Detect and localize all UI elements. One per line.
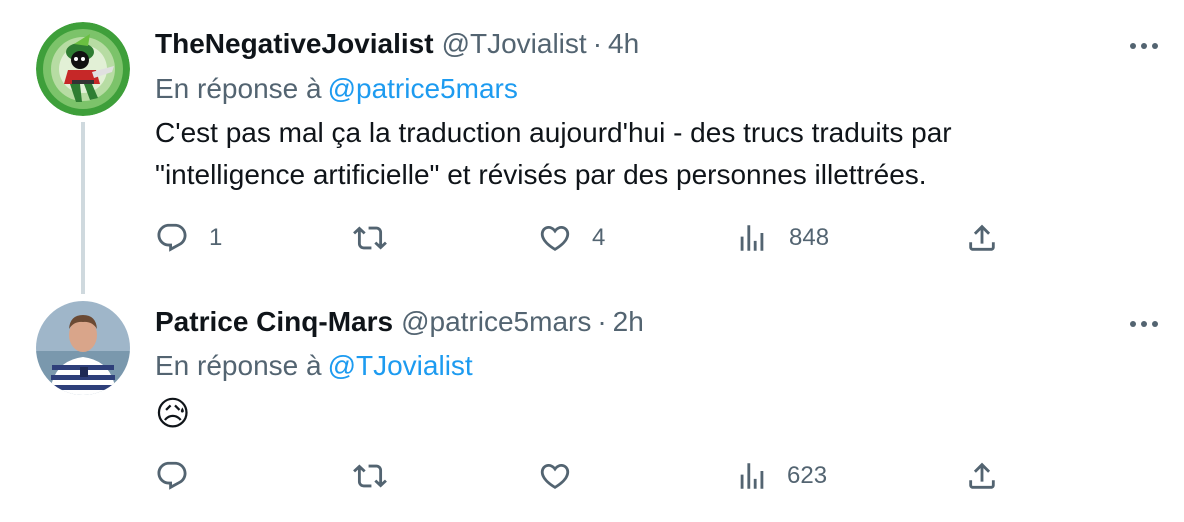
avatar-image <box>36 301 130 395</box>
reply-context: En réponse à @TJovialist <box>155 349 473 383</box>
tweet-header: Patrice Cinq-Mars @patrice5mars · 2h <box>155 305 644 339</box>
analytics-icon <box>740 225 764 251</box>
display-name[interactable]: TheNegativeJovialist <box>155 27 434 61</box>
view-count: 848 <box>789 224 830 251</box>
avatar-image <box>36 22 130 116</box>
reply-button[interactable]: 1 <box>155 218 222 258</box>
avatar[interactable] <box>36 301 130 395</box>
user-handle[interactable]: @TJovialist <box>442 27 587 61</box>
tweet-actions: 1 4 848 <box>155 218 1005 258</box>
retweet-button[interactable] <box>353 218 407 258</box>
share-icon <box>969 224 995 251</box>
reply-button[interactable] <box>155 456 209 496</box>
separator-dot: · <box>592 28 603 59</box>
tweet-text: C'est pas mal ça la traduction aujourd'h… <box>155 112 1115 196</box>
reply-prefix: En réponse à <box>155 73 322 104</box>
tweet[interactable]: Patrice Cinq-Mars @patrice5mars · 2h En … <box>0 280 1184 522</box>
reply-prefix: En réponse à <box>155 350 322 381</box>
heart-icon <box>540 463 570 489</box>
analytics-icon <box>740 463 764 489</box>
reply-count: 1 <box>209 224 223 251</box>
tweet[interactable]: TheNegativeJovialist @TJovialist · 4h En… <box>0 0 1184 294</box>
views-button[interactable]: 848 <box>735 218 829 258</box>
timestamp[interactable]: 2h <box>613 305 644 339</box>
tweet-text-line: "intelligence artificielle" et révisés p… <box>155 159 927 190</box>
reply-icon <box>157 461 187 490</box>
separator-dot: · <box>597 306 607 337</box>
more-icon-dot <box>1152 43 1158 49</box>
retweet-icon <box>353 464 387 488</box>
more-icon-dot <box>1130 321 1136 327</box>
like-button[interactable]: 4 <box>538 218 605 258</box>
share-button[interactable] <box>965 218 999 258</box>
reply-context: En réponse à @patrice5mars <box>155 72 518 106</box>
tweet-text-line: C'est pas mal ça la traduction aujourd'h… <box>155 117 952 148</box>
reply-mention-link[interactable]: @patrice5mars <box>328 73 518 104</box>
timestamp[interactable]: 4h <box>608 27 639 61</box>
more-options-button[interactable] <box>1130 314 1158 334</box>
display-name[interactable]: Patrice Cinq-Mars <box>155 305 393 339</box>
tweet-text: 😥 <box>155 394 1115 437</box>
more-icon-dot <box>1141 43 1147 49</box>
sad-relieved-face-emoji: 😥 <box>155 394 191 434</box>
share-icon <box>969 462 995 489</box>
more-icon-dot <box>1130 43 1136 49</box>
more-options-button[interactable] <box>1130 36 1158 56</box>
avatar[interactable] <box>36 22 130 116</box>
tweet-actions: 623 <box>155 456 1005 496</box>
reply-icon <box>157 223 187 252</box>
more-icon-dot <box>1141 321 1147 327</box>
retweet-button[interactable] <box>353 456 407 496</box>
views-button[interactable]: 623 <box>735 456 827 496</box>
reply-mention-link[interactable]: @TJovialist <box>328 350 473 381</box>
tweet-header: TheNegativeJovialist @TJovialist · 4h <box>155 27 639 61</box>
view-count: 623 <box>787 462 828 489</box>
share-button[interactable] <box>965 456 999 496</box>
like-count: 4 <box>592 224 606 251</box>
heart-icon <box>540 225 570 251</box>
like-button[interactable] <box>538 456 592 496</box>
retweet-icon <box>353 226 387 250</box>
user-handle[interactable]: @patrice5mars <box>401 305 591 339</box>
thread-line <box>81 122 85 294</box>
more-icon-dot <box>1152 321 1158 327</box>
